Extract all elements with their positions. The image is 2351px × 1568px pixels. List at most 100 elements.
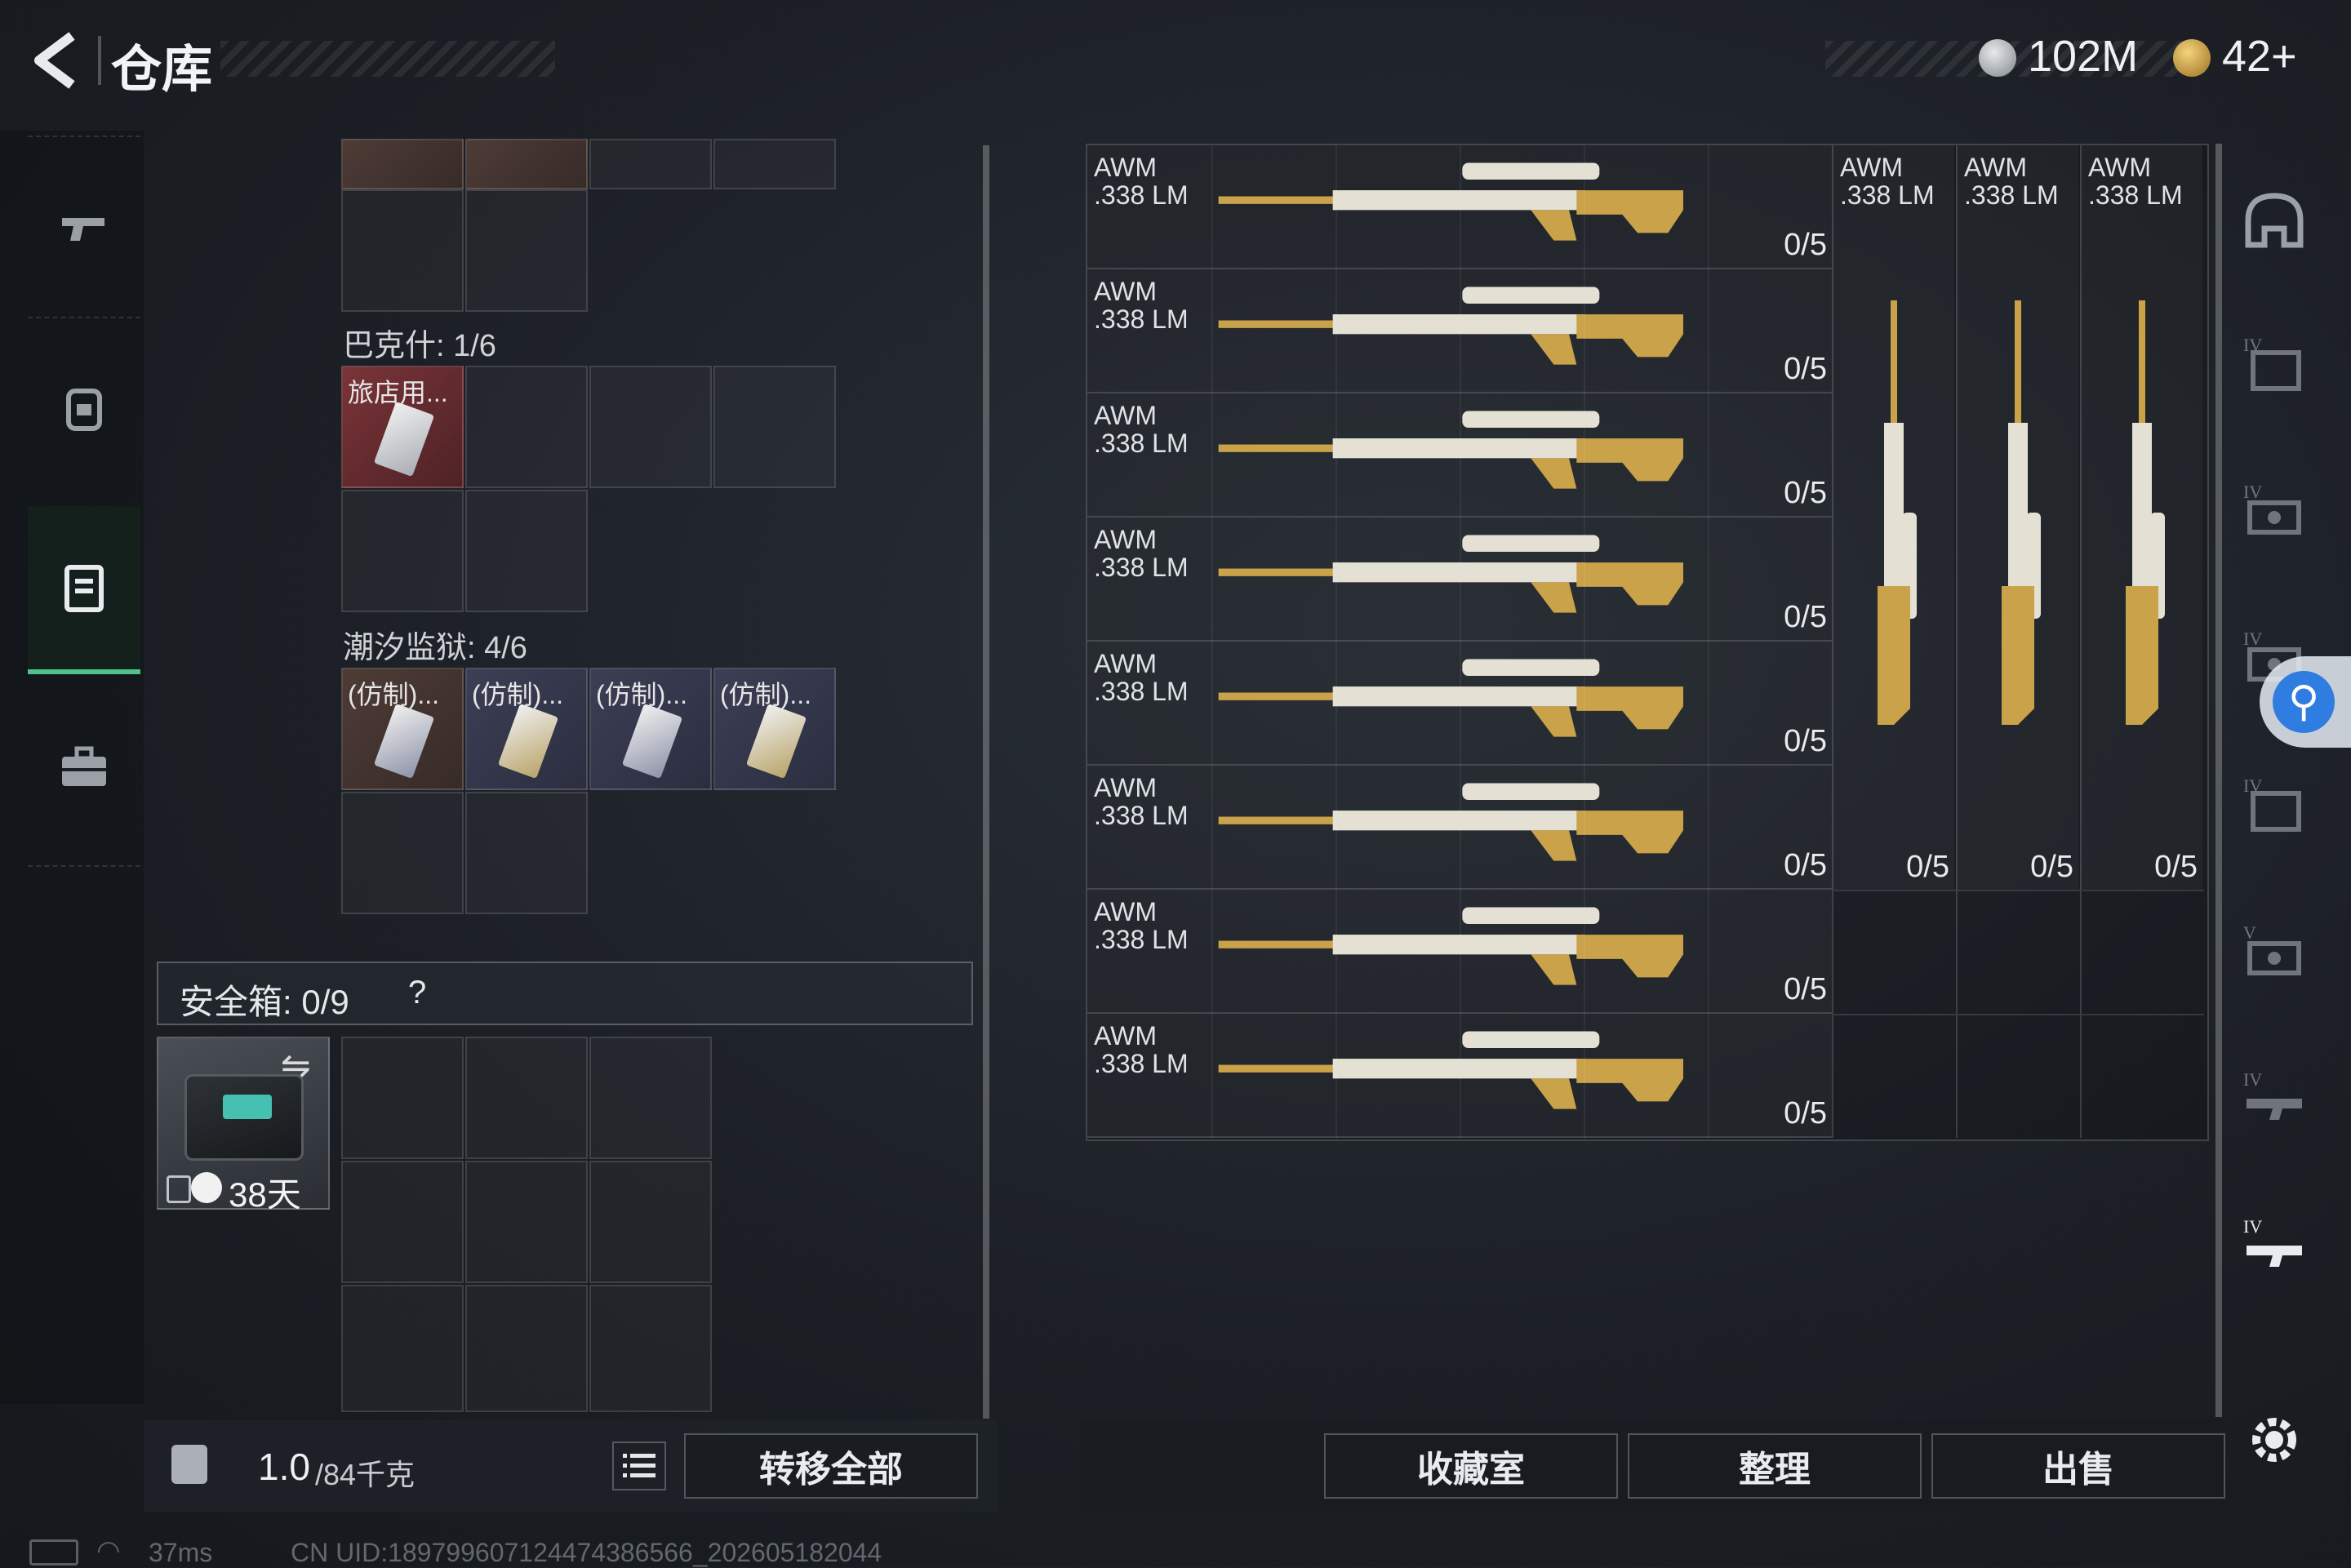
ping-text: 37ms <box>149 1538 213 1567</box>
weapon-count: 0/5 <box>1784 476 1827 510</box>
keycard-icon <box>373 401 435 478</box>
weapon-caliber: .338 LM <box>1094 1049 1189 1078</box>
safebox-cell[interactable] <box>341 1285 464 1412</box>
accessibility-button[interactable]: ⚲ <box>2260 656 2351 748</box>
grid-cell[interactable] <box>465 189 588 312</box>
safebox-header: 安全箱: 0/9 ? <box>157 962 973 1025</box>
replica-card[interactable]: (仿制)... <box>341 668 464 790</box>
uid-text: CN UID:189799607124474386566_20260518204… <box>291 1538 882 1567</box>
weapon-count: 0/5 <box>1784 724 1827 758</box>
empty-weapon-cell[interactable] <box>1956 890 2080 1014</box>
replica-card[interactable]: (仿制)... <box>465 668 588 790</box>
settings-button[interactable] <box>2242 1407 2307 1472</box>
safebox-container[interactable]: ⇋ 38天 <box>157 1037 330 1214</box>
filter-tier4-1-button[interactable]: IV <box>2233 323 2315 405</box>
empty-weapon-cell[interactable] <box>2080 1014 2204 1138</box>
safebox-icon <box>184 1074 304 1161</box>
grid-cell[interactable] <box>465 490 588 612</box>
sidebar-item-backpack[interactable] <box>28 326 140 490</box>
back-button[interactable] <box>24 29 90 91</box>
weapon-count: 0/5 <box>2154 850 2198 884</box>
empty-weapon-cell[interactable] <box>2080 890 2204 1014</box>
bakeshi-label: 巴克什: 1/6 <box>343 329 496 363</box>
safebox-cell[interactable] <box>465 1161 588 1283</box>
back-arrow-icon <box>34 32 75 89</box>
safebox-cell[interactable] <box>589 1037 712 1159</box>
hotel-key-card[interactable]: 旅店用... <box>341 366 464 488</box>
safebox-label: 安全箱: 0/9 <box>180 983 349 1021</box>
storage-scrollbar[interactable] <box>983 145 989 1419</box>
svg-text:V: V <box>2243 922 2256 943</box>
grid-cell[interactable] <box>341 490 464 612</box>
weapon-caliber: .338 LM <box>1094 304 1189 334</box>
safebox-duration: 38天 <box>229 1175 301 1214</box>
filter-tier4-4-button[interactable]: IV <box>2233 764 2315 846</box>
sidebar-item-vest[interactable] <box>28 506 140 674</box>
awm-rifle-icon <box>1218 535 1683 613</box>
svg-text:IV: IV <box>2243 1069 2262 1090</box>
silver-coin-icon <box>1979 39 2016 77</box>
grid-cell[interactable] <box>713 366 836 488</box>
empty-weapon-cell[interactable] <box>1832 1014 1956 1138</box>
weapon-slot-vertical[interactable]: AWM .338 LM 0/5 <box>2080 145 2202 890</box>
weight-value: 1.0 <box>258 1446 310 1488</box>
filter-tier4-2-button[interactable]: IV <box>2233 470 2315 552</box>
rifle-tier-icon: IV <box>2243 1216 2302 1267</box>
grid-line <box>1211 145 1213 1138</box>
safebox-cell[interactable] <box>465 1285 588 1412</box>
replica-card[interactable]: (仿制)... <box>589 668 712 790</box>
weapon-model: AWM <box>1094 525 1158 554</box>
weapon-model: AWM <box>1094 401 1158 430</box>
organize-button[interactable]: 整理 <box>1628 1433 1922 1499</box>
weapon-caliber: .338 LM <box>1094 180 1189 210</box>
awm-rifle-icon <box>2126 300 2165 725</box>
swap-icon[interactable]: ⇋ <box>281 1045 311 1086</box>
weapon-slot-vertical[interactable]: AWM .338 LM 0/5 <box>1832 145 1954 890</box>
awm-rifle-icon <box>1218 287 1683 365</box>
filter-all-button[interactable] <box>2233 180 2315 261</box>
gear-icon <box>2252 1418 2296 1462</box>
empty-weapon-cell[interactable] <box>1832 890 1956 1014</box>
replica-card[interactable]: (仿制)... <box>713 668 836 790</box>
awm-rifle-icon <box>1218 411 1683 489</box>
weapon-caliber: .338 LM <box>1094 553 1189 582</box>
collection-room-button[interactable]: 收藏室 <box>1324 1433 1618 1499</box>
grid-cell[interactable] <box>713 139 836 189</box>
svg-text:IV: IV <box>2243 1216 2262 1237</box>
weapon-model: AWM <box>1094 277 1158 306</box>
transfer-all-button[interactable]: 转移全部 <box>684 1433 978 1499</box>
safebox-cell[interactable] <box>589 1285 712 1412</box>
sidebar-item-weapons[interactable] <box>28 147 140 310</box>
safebox-cell[interactable] <box>465 1037 588 1159</box>
lock-icon <box>167 1175 191 1203</box>
grid-cell[interactable] <box>465 792 588 914</box>
safebox-cell[interactable] <box>589 1161 712 1283</box>
empty-weapon-cell[interactable] <box>1956 1014 2080 1138</box>
safebox-cell[interactable] <box>341 1161 464 1283</box>
grid-cell[interactable] <box>341 792 464 914</box>
sell-button[interactable]: 出售 <box>1931 1433 2225 1499</box>
gold-coin-icon <box>2173 39 2211 77</box>
filter-rifle-tier4-active-button[interactable]: IV <box>2233 1205 2315 1286</box>
weapon-slot-vertical[interactable]: AWM .338 LM 0/5 <box>1956 145 2078 890</box>
weapon-image <box>1210 901 1700 997</box>
gold-currency[interactable]: 42+ <box>2222 31 2297 82</box>
filter-rifle-tier4-button[interactable]: IV <box>2233 1058 2315 1139</box>
weapon-count: 0/5 <box>2030 850 2073 884</box>
weapons-scrollbar[interactable] <box>2215 144 2222 1417</box>
filter-tier5-button[interactable]: V <box>2233 911 2315 993</box>
help-button[interactable]: ? <box>408 975 426 1011</box>
grid-cell[interactable] <box>589 139 712 189</box>
top-bar: 仓库 102M 42+ <box>0 0 2351 122</box>
grid-cell[interactable] <box>341 189 464 312</box>
chaoxi-label: 潮汐监狱: 4/6 <box>343 631 527 665</box>
grid-cell-item[interactable] <box>465 139 588 189</box>
grid-cell[interactable] <box>589 366 712 488</box>
armor-tier-icon: IV <box>2243 335 2301 391</box>
sidebar-item-briefcase[interactable] <box>28 686 140 849</box>
safebox-cell[interactable] <box>341 1037 464 1159</box>
grid-cell-item[interactable] <box>341 139 464 189</box>
list-view-button[interactable] <box>612 1441 666 1490</box>
grid-cell[interactable] <box>465 366 588 488</box>
weapon-image <box>1861 300 1927 729</box>
